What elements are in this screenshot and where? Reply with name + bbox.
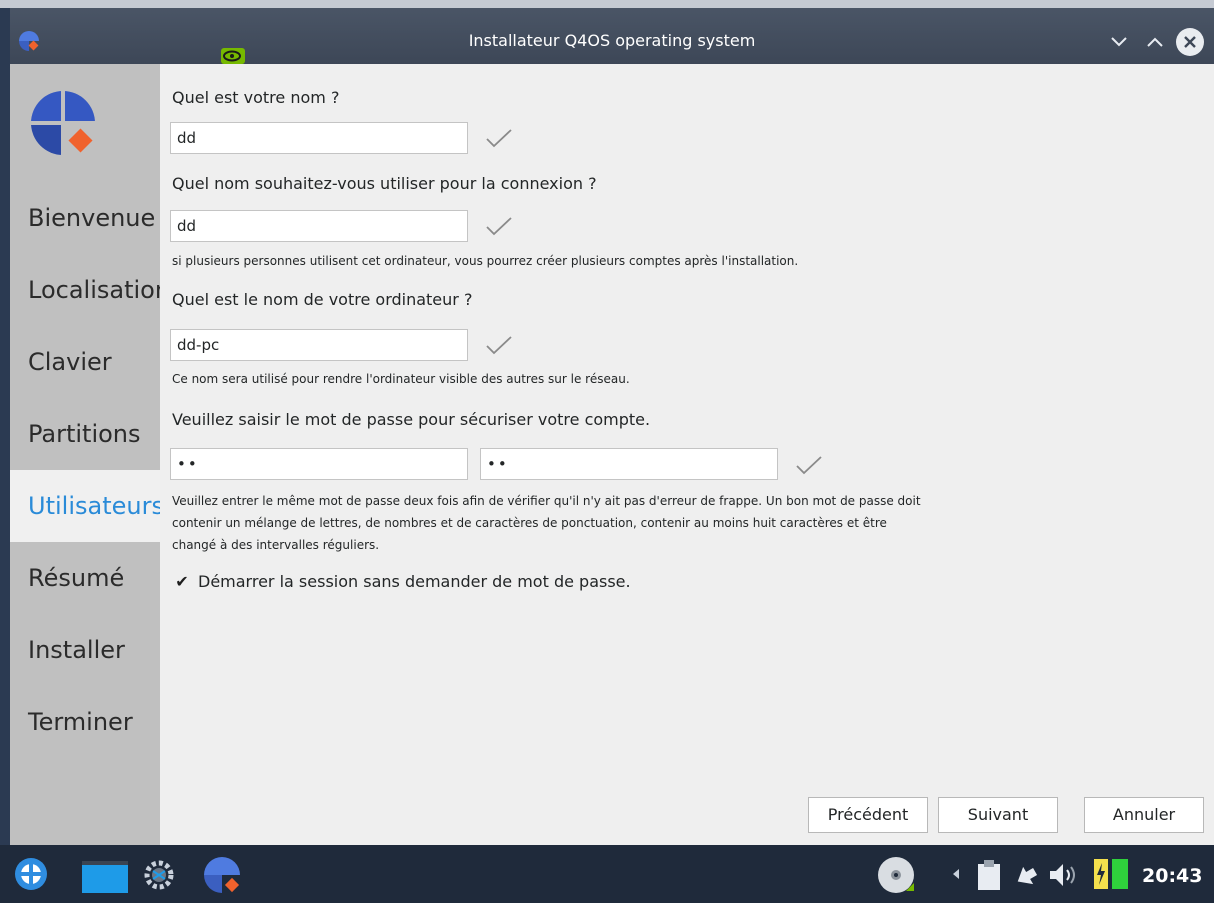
autologin-label[interactable]: Démarrer la session sans demander de mot… (198, 572, 631, 591)
computer-question: Quel est le nom de votre ordinateur ? (172, 290, 473, 309)
previous-button[interactable]: Précédent (808, 797, 928, 833)
installer-window: Installateur Q4OS operating system Bienv… (10, 8, 1214, 845)
taskbar: 20:43 (0, 845, 1214, 903)
desktop-icon[interactable] (82, 861, 128, 893)
disc-icon[interactable] (876, 855, 916, 895)
password-input[interactable]: •• (170, 448, 468, 480)
sidebar-item-utilisateurs: Utilisateurs (10, 470, 160, 542)
checkmark-icon (486, 217, 512, 236)
chevron-down-icon (1111, 37, 1127, 47)
login-input[interactable]: dd (170, 210, 468, 242)
login-hint: si plusieurs personnes utilisent cet ord… (172, 254, 799, 268)
checkmark-icon (486, 129, 512, 148)
hostname-input[interactable]: dd-pc (170, 329, 468, 361)
window-title: Installateur Q4OS operating system (468, 31, 756, 50)
password-question: Veuillez saisir le mot de passe pour séc… (172, 410, 651, 429)
desktop-top-strip (0, 0, 1214, 8)
chevron-up-icon (1147, 37, 1163, 47)
start-menu-icon[interactable] (14, 857, 48, 891)
sidebar-item-clavier: Clavier (28, 348, 112, 376)
sidebar-item-installer: Installer (28, 636, 125, 664)
sidebar-item-resume: Résumé (28, 564, 125, 592)
close-icon (1184, 36, 1196, 48)
clipboard-icon[interactable] (976, 859, 1002, 891)
steps-sidebar: Bienvenue Localisation Clavier Partition… (10, 64, 160, 845)
next-button[interactable]: Suivant (938, 797, 1058, 833)
password-hint-line: contenir un mélange de lettres, de nombr… (172, 516, 887, 530)
fullname-input[interactable]: dd (170, 122, 468, 154)
users-form: Quel est votre nom ? dd Quel nom souhait… (160, 64, 1214, 845)
minimize-button[interactable] (1106, 30, 1132, 54)
sidebar-item-terminer: Terminer (28, 708, 133, 736)
maximize-button[interactable] (1142, 30, 1168, 54)
password-hint-line: Veuillez entrer le même mot de passe deu… (172, 494, 921, 508)
computer-hint: Ce nom sera utilisé pour rendre l'ordina… (172, 372, 630, 386)
volume-icon[interactable] (1048, 861, 1080, 889)
title-bar[interactable]: Installateur Q4OS operating system (10, 8, 1214, 64)
login-question: Quel nom souhaitez-vous utiliser pour la… (172, 174, 597, 193)
sidebar-item-bienvenue: Bienvenue (28, 204, 156, 232)
password-confirm-input[interactable]: •• (480, 448, 778, 480)
password-hint-line: changé à des intervalles réguliers. (172, 538, 380, 552)
checkmark-icon (486, 336, 512, 355)
installer-taskbar-icon[interactable] (202, 855, 242, 895)
name-question: Quel est votre nom ? (172, 88, 340, 107)
sidebar-item-localisation: Localisation (28, 276, 160, 304)
cancel-button[interactable]: Annuler (1084, 797, 1204, 833)
close-button[interactable] (1176, 28, 1204, 56)
autologin-checkbox[interactable]: ✔ (174, 574, 190, 590)
sidebar-item-partitions: Partitions (28, 420, 141, 448)
battery-icon[interactable] (1092, 857, 1132, 891)
network-icon[interactable] (1014, 861, 1044, 889)
settings-icon[interactable] (140, 857, 178, 893)
tray-expand-icon[interactable] (952, 869, 960, 879)
q4os-logo (31, 91, 95, 155)
checkmark-icon (796, 456, 822, 475)
clock[interactable]: 20:43 (1142, 865, 1202, 887)
